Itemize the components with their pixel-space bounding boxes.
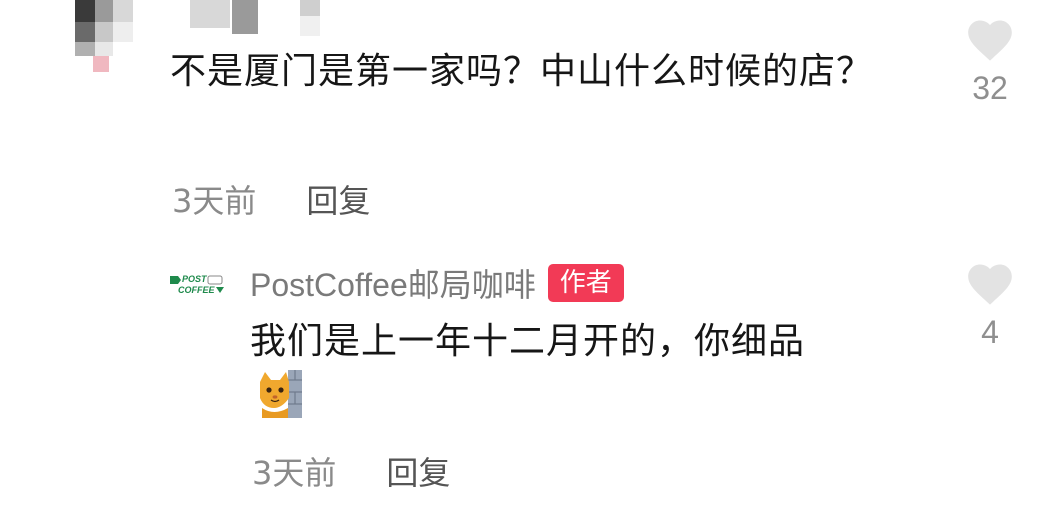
postcoffee-logo[interactable]: POST COFFEE — [168, 268, 228, 304]
blur-block — [300, 16, 320, 36]
heart-icon[interactable] — [963, 14, 1017, 62]
reply-text: 我们是上一年十二月开的，你细品 — [250, 321, 806, 362]
comment-like[interactable]: 32 — [960, 14, 1020, 107]
blur-block — [190, 0, 230, 28]
comment-meta: 3天前 回复 — [172, 176, 370, 222]
blur-block — [300, 0, 320, 16]
like-count: 32 — [972, 70, 1008, 106]
blur-block — [232, 0, 258, 34]
comment-time: 3天前 — [172, 182, 257, 220]
reply-like[interactable]: 4 — [960, 258, 1020, 351]
commenter-avatar[interactable] — [75, 0, 135, 78]
reply-meta: 3天前 回复 — [252, 448, 450, 494]
svg-text:POST: POST — [182, 274, 208, 284]
reply-reply-button[interactable]: 回复 — [386, 448, 450, 494]
reply-header: PostCoffee邮局咖啡 作者 — [250, 260, 624, 306]
svg-text:COFFEE: COFFEE — [178, 285, 215, 295]
author-badge: 作者 — [547, 264, 624, 302]
heart-icon[interactable] — [963, 258, 1017, 306]
reply-author-name[interactable]: PostCoffee邮局咖啡 — [250, 260, 536, 306]
reply-time: 3天前 — [252, 454, 337, 492]
comment-reply-button[interactable]: 回复 — [306, 176, 370, 222]
cat-peeking-emoji — [256, 368, 306, 420]
like-count: 4 — [981, 314, 999, 350]
comment-text: 不是厦门是第一家吗？中山什么时候的店？ — [170, 51, 874, 92]
